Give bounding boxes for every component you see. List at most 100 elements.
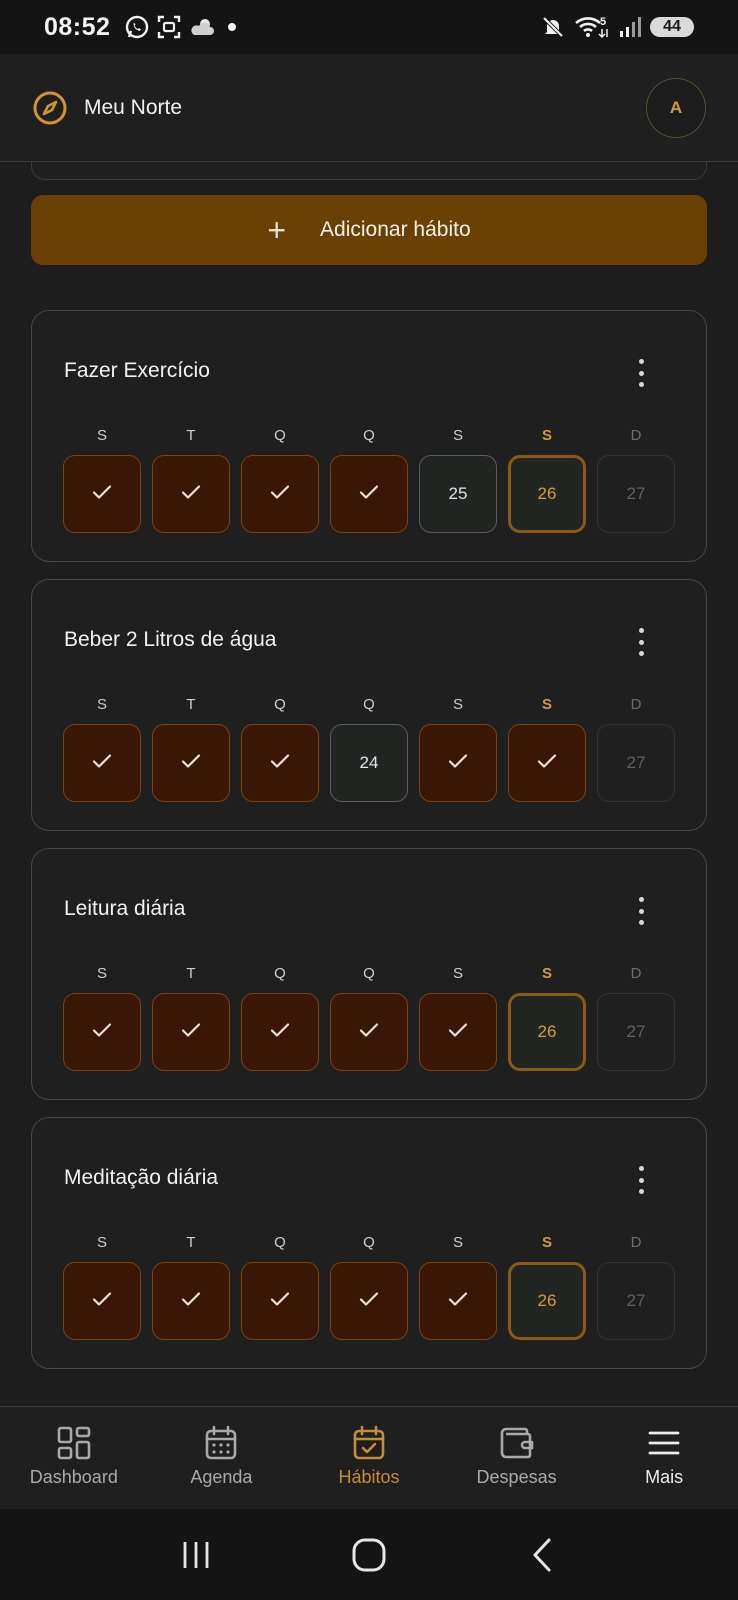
day-future-cell: 27 xyxy=(597,1262,675,1340)
day-missed-toggle[interactable]: 24 xyxy=(330,724,408,802)
day-done-toggle[interactable] xyxy=(63,1262,141,1340)
day-done-toggle[interactable] xyxy=(152,455,230,533)
day-column: S xyxy=(419,1234,497,1340)
checkmark-icon xyxy=(446,1018,470,1047)
weekday-label: Q xyxy=(363,427,375,444)
weekday-label: S xyxy=(96,1234,107,1251)
day-done-toggle[interactable] xyxy=(152,1262,230,1340)
day-done-toggle[interactable] xyxy=(63,993,141,1071)
day-done-toggle[interactable] xyxy=(152,993,230,1071)
habit-name: Beber 2 Litros de água xyxy=(64,628,277,651)
menu-icon xyxy=(648,1431,680,1455)
day-number: 26 xyxy=(537,1022,557,1041)
day-done-toggle[interactable] xyxy=(241,724,319,802)
avatar-initial: A xyxy=(669,97,683,117)
checkmark-icon xyxy=(446,1287,470,1316)
week-tracker: S T Q Q S S 26 D 27 xyxy=(63,1234,675,1340)
day-done-toggle[interactable] xyxy=(508,724,586,802)
habit-card[interactable]: Fazer Exercício S T Q Q S 25 S 26 D 27 xyxy=(31,310,707,562)
day-column: S xyxy=(63,965,141,1071)
nav-habitos[interactable]: Hábitos xyxy=(295,1407,443,1509)
checkmark-icon xyxy=(357,1287,381,1316)
weekday-label: S xyxy=(96,965,107,982)
day-missed-toggle[interactable]: 25 xyxy=(419,455,497,533)
weekday-label: S xyxy=(96,427,107,444)
status-time: 08:52 xyxy=(44,12,111,41)
weekday-label: S xyxy=(541,696,552,713)
day-done-toggle[interactable] xyxy=(419,993,497,1071)
day-number: 27 xyxy=(626,484,646,503)
more-options-icon[interactable] xyxy=(634,628,648,656)
day-done-toggle[interactable] xyxy=(419,724,497,802)
weather-icon xyxy=(191,19,215,35)
back-icon[interactable] xyxy=(522,1535,562,1575)
weekday-label: T xyxy=(186,427,196,444)
day-done-toggle[interactable] xyxy=(330,1262,408,1340)
day-done-toggle[interactable] xyxy=(241,455,319,533)
checkmark-icon xyxy=(179,1287,203,1316)
day-done-toggle[interactable] xyxy=(330,455,408,533)
whatsapp-icon xyxy=(126,15,149,39)
previous-card-edge xyxy=(31,162,707,180)
day-column: S 26 xyxy=(508,965,586,1071)
day-column: S xyxy=(63,696,141,802)
svg-text:5: 5 xyxy=(600,16,606,28)
weekday-label: D xyxy=(630,965,642,982)
home-icon[interactable] xyxy=(349,1535,389,1575)
screenshot-icon xyxy=(158,15,181,39)
day-today-toggle[interactable]: 26 xyxy=(508,455,586,533)
habit-card[interactable]: Meditação diária S T Q Q S S 26 D 27 xyxy=(31,1117,707,1369)
day-number: 27 xyxy=(626,1022,646,1041)
checkmark-icon xyxy=(90,480,114,509)
nav-despesas[interactable]: Despesas xyxy=(443,1407,591,1509)
add-habit-button[interactable]: + Adicionar hábito xyxy=(31,195,707,265)
weekday-label: Q xyxy=(274,965,286,982)
nav-dashboard[interactable]: Dashboard xyxy=(0,1407,148,1509)
day-future-cell: 27 xyxy=(597,993,675,1071)
day-done-toggle[interactable] xyxy=(152,724,230,802)
day-done-toggle[interactable] xyxy=(330,993,408,1071)
more-options-icon[interactable] xyxy=(634,359,648,387)
day-column: T xyxy=(152,427,230,533)
day-column: S xyxy=(419,696,497,802)
add-habit-label: Adicionar hábito xyxy=(320,218,471,241)
habit-name: Fazer Exercício xyxy=(64,359,210,382)
checkmark-icon xyxy=(90,749,114,778)
day-column: T xyxy=(152,696,230,802)
habit-card[interactable]: Beber 2 Litros de água S T Q Q 24 S S D 27 xyxy=(31,579,707,831)
day-today-toggle[interactable]: 26 xyxy=(508,1262,586,1340)
weekday-label: S xyxy=(452,696,463,713)
recent-apps-icon[interactable] xyxy=(176,1535,216,1575)
day-today-toggle[interactable]: 26 xyxy=(508,993,586,1071)
day-column: Q xyxy=(330,427,408,533)
bottom-navigation: Dashboard Agenda Hábitos Despesas Mais xyxy=(0,1406,738,1509)
checkmark-icon xyxy=(446,749,470,778)
nav-agenda[interactable]: Agenda xyxy=(148,1407,296,1509)
day-column: S 26 xyxy=(508,1234,586,1340)
day-done-toggle[interactable] xyxy=(63,724,141,802)
day-done-toggle[interactable] xyxy=(241,1262,319,1340)
user-avatar[interactable]: A xyxy=(646,77,706,138)
day-future-cell: 27 xyxy=(597,724,675,802)
day-done-toggle[interactable] xyxy=(419,1262,497,1340)
calendar-check-icon xyxy=(353,1425,385,1460)
weekday-label: Q xyxy=(274,1234,286,1251)
nav-label: Agenda xyxy=(190,1467,253,1487)
day-column: D 27 xyxy=(597,427,675,533)
more-options-icon[interactable] xyxy=(634,1166,648,1194)
checkmark-icon xyxy=(357,1018,381,1047)
checkmark-icon xyxy=(179,749,203,778)
nav-mais[interactable]: Mais xyxy=(590,1407,738,1509)
day-column: S xyxy=(63,1234,141,1340)
day-number: 27 xyxy=(626,1291,646,1310)
day-done-toggle[interactable] xyxy=(63,455,141,533)
day-column: Q xyxy=(241,1234,319,1340)
day-number: 24 xyxy=(359,753,379,772)
plus-icon: + xyxy=(267,212,287,248)
day-column: Q xyxy=(241,427,319,533)
habits-content[interactable]: + Adicionar hábito Fazer Exercício S T Q Q S 2… xyxy=(0,162,738,1406)
more-options-icon[interactable] xyxy=(634,897,648,925)
day-done-toggle[interactable] xyxy=(241,993,319,1071)
day-column: D 27 xyxy=(597,1234,675,1340)
habit-card[interactable]: Leitura diária S T Q Q S S 26 D 27 xyxy=(31,848,707,1100)
